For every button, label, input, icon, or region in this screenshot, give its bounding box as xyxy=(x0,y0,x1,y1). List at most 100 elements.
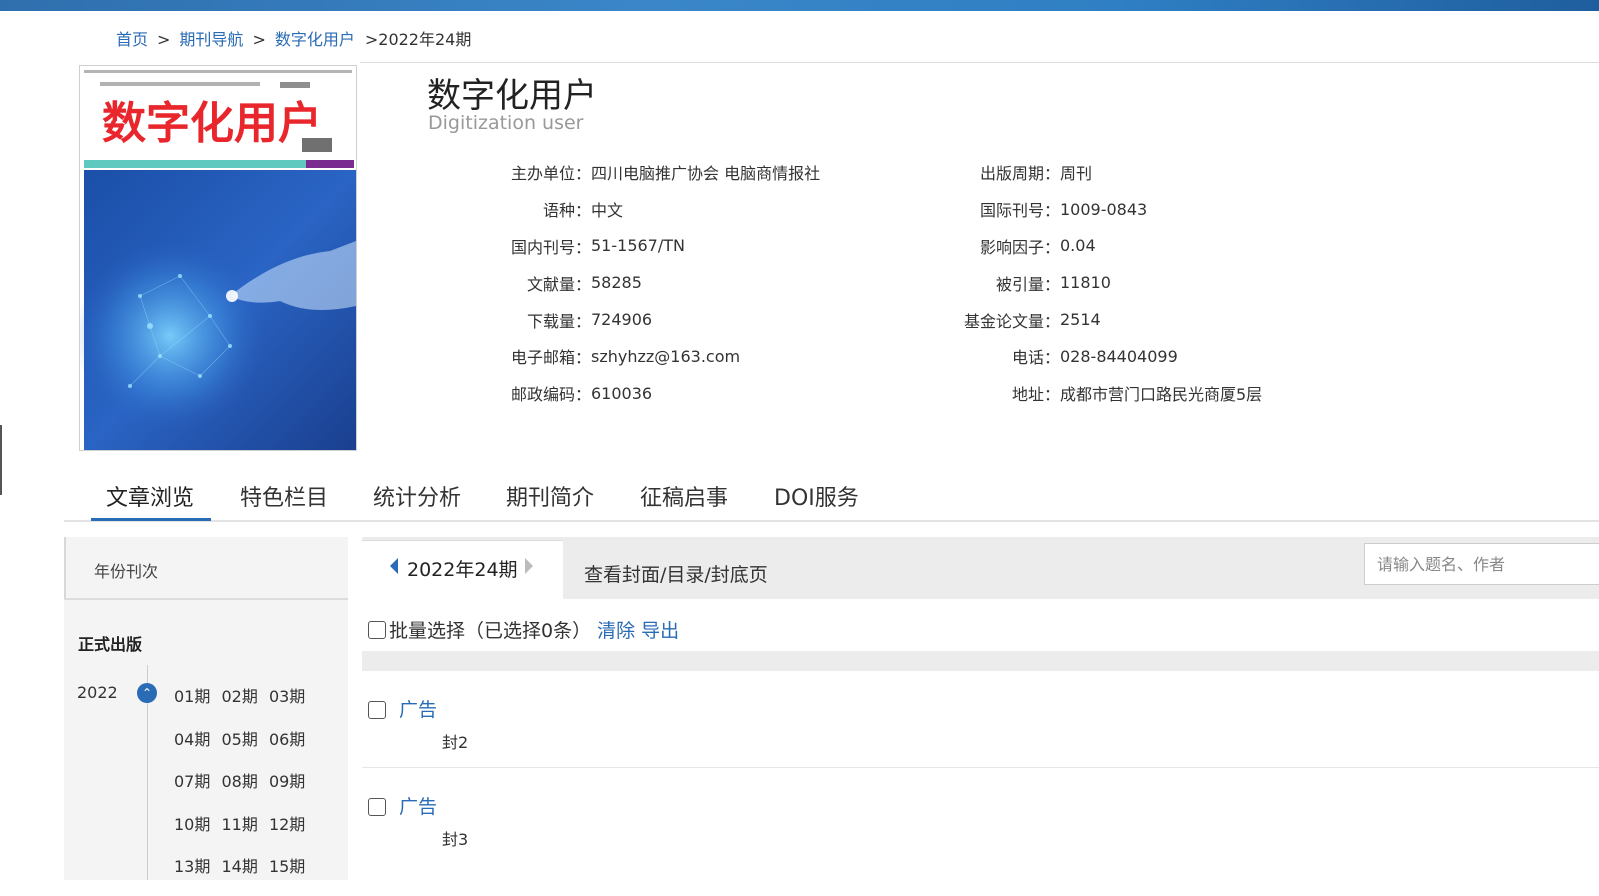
issue-link[interactable]: 14期 xyxy=(221,857,257,876)
info-row: 基金论文量： 2514 xyxy=(940,301,1262,338)
page-edge-marker xyxy=(0,425,2,495)
tab-article-browse[interactable]: 文章浏览 xyxy=(106,480,194,512)
issue-link[interactable]: 15期 xyxy=(269,857,305,876)
issue-row: 04期 05期 06期 xyxy=(174,726,307,769)
issue-link[interactable]: 03期 xyxy=(269,687,305,706)
info-row: 语种： 中文 xyxy=(480,191,820,228)
active-tab-indicator xyxy=(91,518,211,521)
issue-link[interactable]: 02期 xyxy=(221,687,257,706)
tab-call-for-papers[interactable]: 征稿启事 xyxy=(640,480,728,512)
issue-link[interactable]: 05期 xyxy=(221,730,257,749)
issue-link[interactable]: 12期 xyxy=(269,815,305,834)
breadcrumb-separator: > xyxy=(157,30,171,49)
article-page: 封3 xyxy=(442,830,469,849)
clear-button[interactable]: 清除 xyxy=(597,616,635,643)
chevron-up-icon[interactable]: ⌃ xyxy=(137,683,157,703)
info-value: szhyhzz@163.com xyxy=(591,346,741,366)
current-issue-label: 2022年24期 xyxy=(407,559,518,581)
info-row: 文献量： 58285 xyxy=(480,264,820,301)
tab-featured-columns[interactable]: 特色栏目 xyxy=(240,480,328,512)
journal-cover-image: 数字化用户 xyxy=(79,65,357,451)
info-label: 文献量： xyxy=(526,274,591,294)
next-issue-arrow-icon[interactable] xyxy=(525,558,533,574)
tab-journal-intro[interactable]: 期刊简介 xyxy=(506,480,594,512)
info-row: 电子邮箱： szhyhzz@163.com xyxy=(480,338,820,375)
issue-link[interactable]: 06期 xyxy=(269,730,305,749)
year-label[interactable]: 2022 xyxy=(77,683,118,702)
issue-link[interactable]: 07期 xyxy=(174,772,210,791)
info-label: 语种： xyxy=(542,201,591,221)
info-value: 51-1567/TN xyxy=(591,236,685,256)
info-value: 中文 xyxy=(591,201,624,221)
info-row: 国际刊号： 1009-0843 xyxy=(940,191,1262,228)
previous-issue-arrow-icon[interactable] xyxy=(390,558,398,574)
current-issue-tab[interactable]: 2022年24期 xyxy=(362,540,563,599)
cover-title-text: 数字化用户 xyxy=(102,98,322,149)
issue-link[interactable]: 11期 xyxy=(221,815,257,834)
article-item: 广告 封2 xyxy=(362,671,1599,768)
info-value: 2514 xyxy=(1060,310,1101,330)
tab-statistics[interactable]: 统计分析 xyxy=(373,480,461,512)
view-cover-toc-link[interactable]: 查看封面/目录/封底页 xyxy=(584,560,768,587)
published-section-label: 正式出版 xyxy=(78,635,143,654)
article-title-link[interactable]: 广告 xyxy=(399,695,437,722)
info-value: 0.04 xyxy=(1060,236,1096,256)
issue-link[interactable]: 01期 xyxy=(174,687,210,706)
info-label: 邮政编码： xyxy=(510,385,591,405)
info-row: 国内刊号： 51-1567/TN xyxy=(480,228,820,265)
breadcrumb-home[interactable]: 首页 xyxy=(116,30,148,49)
breadcrumb-journal-nav[interactable]: 期刊导航 xyxy=(179,30,243,49)
info-row: 邮政编码： 610036 xyxy=(480,375,820,412)
info-label: 电话： xyxy=(1011,348,1060,368)
issue-link[interactable]: 09期 xyxy=(269,772,305,791)
info-label: 出版周期： xyxy=(979,164,1060,184)
top-banner xyxy=(0,0,1599,11)
info-row: 被引量： 11810 xyxy=(940,264,1262,301)
issue-row: 01期 02期 03期 xyxy=(174,683,307,726)
breadcrumb-journal[interactable]: 数字化用户 xyxy=(275,30,355,49)
info-row: 电话： 028-84404099 xyxy=(940,338,1262,375)
info-value: 724906 xyxy=(591,310,653,330)
tab-doi-service[interactable]: DOI服务 xyxy=(774,480,859,512)
list-header-strip xyxy=(362,651,1599,671)
header-divider xyxy=(360,62,1599,63)
article-title-link[interactable]: 广告 xyxy=(399,792,437,819)
info-value: 028-84404099 xyxy=(1060,346,1178,366)
issue-row: 07期 08期 09期 xyxy=(174,768,307,811)
issue-row: 13期 14期 15期 xyxy=(174,853,307,896)
issue-link[interactable]: 08期 xyxy=(221,772,257,791)
export-button[interactable]: 导出 xyxy=(641,616,679,643)
info-row: 出版周期： 周刊 xyxy=(940,154,1262,191)
info-value: 610036 xyxy=(591,383,653,403)
article-page: 封2 xyxy=(442,733,469,752)
batch-select-checkbox[interactable] xyxy=(368,620,386,639)
info-row: 主办单位： 四川电脑推广协会 电脑商情报社 xyxy=(480,154,820,191)
issue-link[interactable]: 04期 xyxy=(174,730,210,749)
info-value: 1009-0843 xyxy=(1060,199,1148,219)
info-label: 地址： xyxy=(1011,385,1060,405)
breadcrumb-separator: > xyxy=(252,30,266,49)
info-value: 58285 xyxy=(591,273,642,293)
article-checkbox[interactable] xyxy=(368,798,386,816)
info-label: 下载量： xyxy=(526,311,591,331)
article-item: 广告 封3 xyxy=(362,768,1599,865)
issue-list: 01期 02期 03期 04期 05期 06期 07期 08期 09期 10期 … xyxy=(174,683,307,896)
info-value: 11810 xyxy=(1060,273,1111,293)
info-label: 国内刊号： xyxy=(510,237,591,257)
info-row: 地址： 成都市营门口路民光商厦5层 xyxy=(940,375,1262,412)
journal-info-right: 出版周期： 周刊 国际刊号： 1009-0843 影响因子： 0.04 被引量： 118… xyxy=(940,154,1262,412)
issue-sidebar: 年份刊次 正式出版 2022 ⌃ 01期 02期 03期 04期 05期 06期… xyxy=(64,537,348,880)
info-row: 下载量： 724906 xyxy=(480,301,820,338)
issue-link[interactable]: 13期 xyxy=(174,857,210,876)
search-input[interactable] xyxy=(1364,543,1599,585)
info-label: 主办单位： xyxy=(510,164,591,184)
breadcrumb-current: >2022年24期 xyxy=(364,30,472,49)
batch-select-bar: 批量选择（已选择0条） 清除 导出 xyxy=(368,616,679,643)
batch-select-label: 批量选择（已选择0条） xyxy=(389,620,592,642)
issue-row: 10期 11期 12期 xyxy=(174,811,307,854)
article-checkbox[interactable] xyxy=(368,701,386,719)
journal-tabs: 文章浏览 特色栏目 统计分析 期刊简介 征稿启事 DOI服务 xyxy=(64,474,1599,522)
info-label: 影响因子： xyxy=(979,237,1060,257)
issue-link[interactable]: 10期 xyxy=(174,815,210,834)
info-row: 影响因子： 0.04 xyxy=(940,228,1262,265)
